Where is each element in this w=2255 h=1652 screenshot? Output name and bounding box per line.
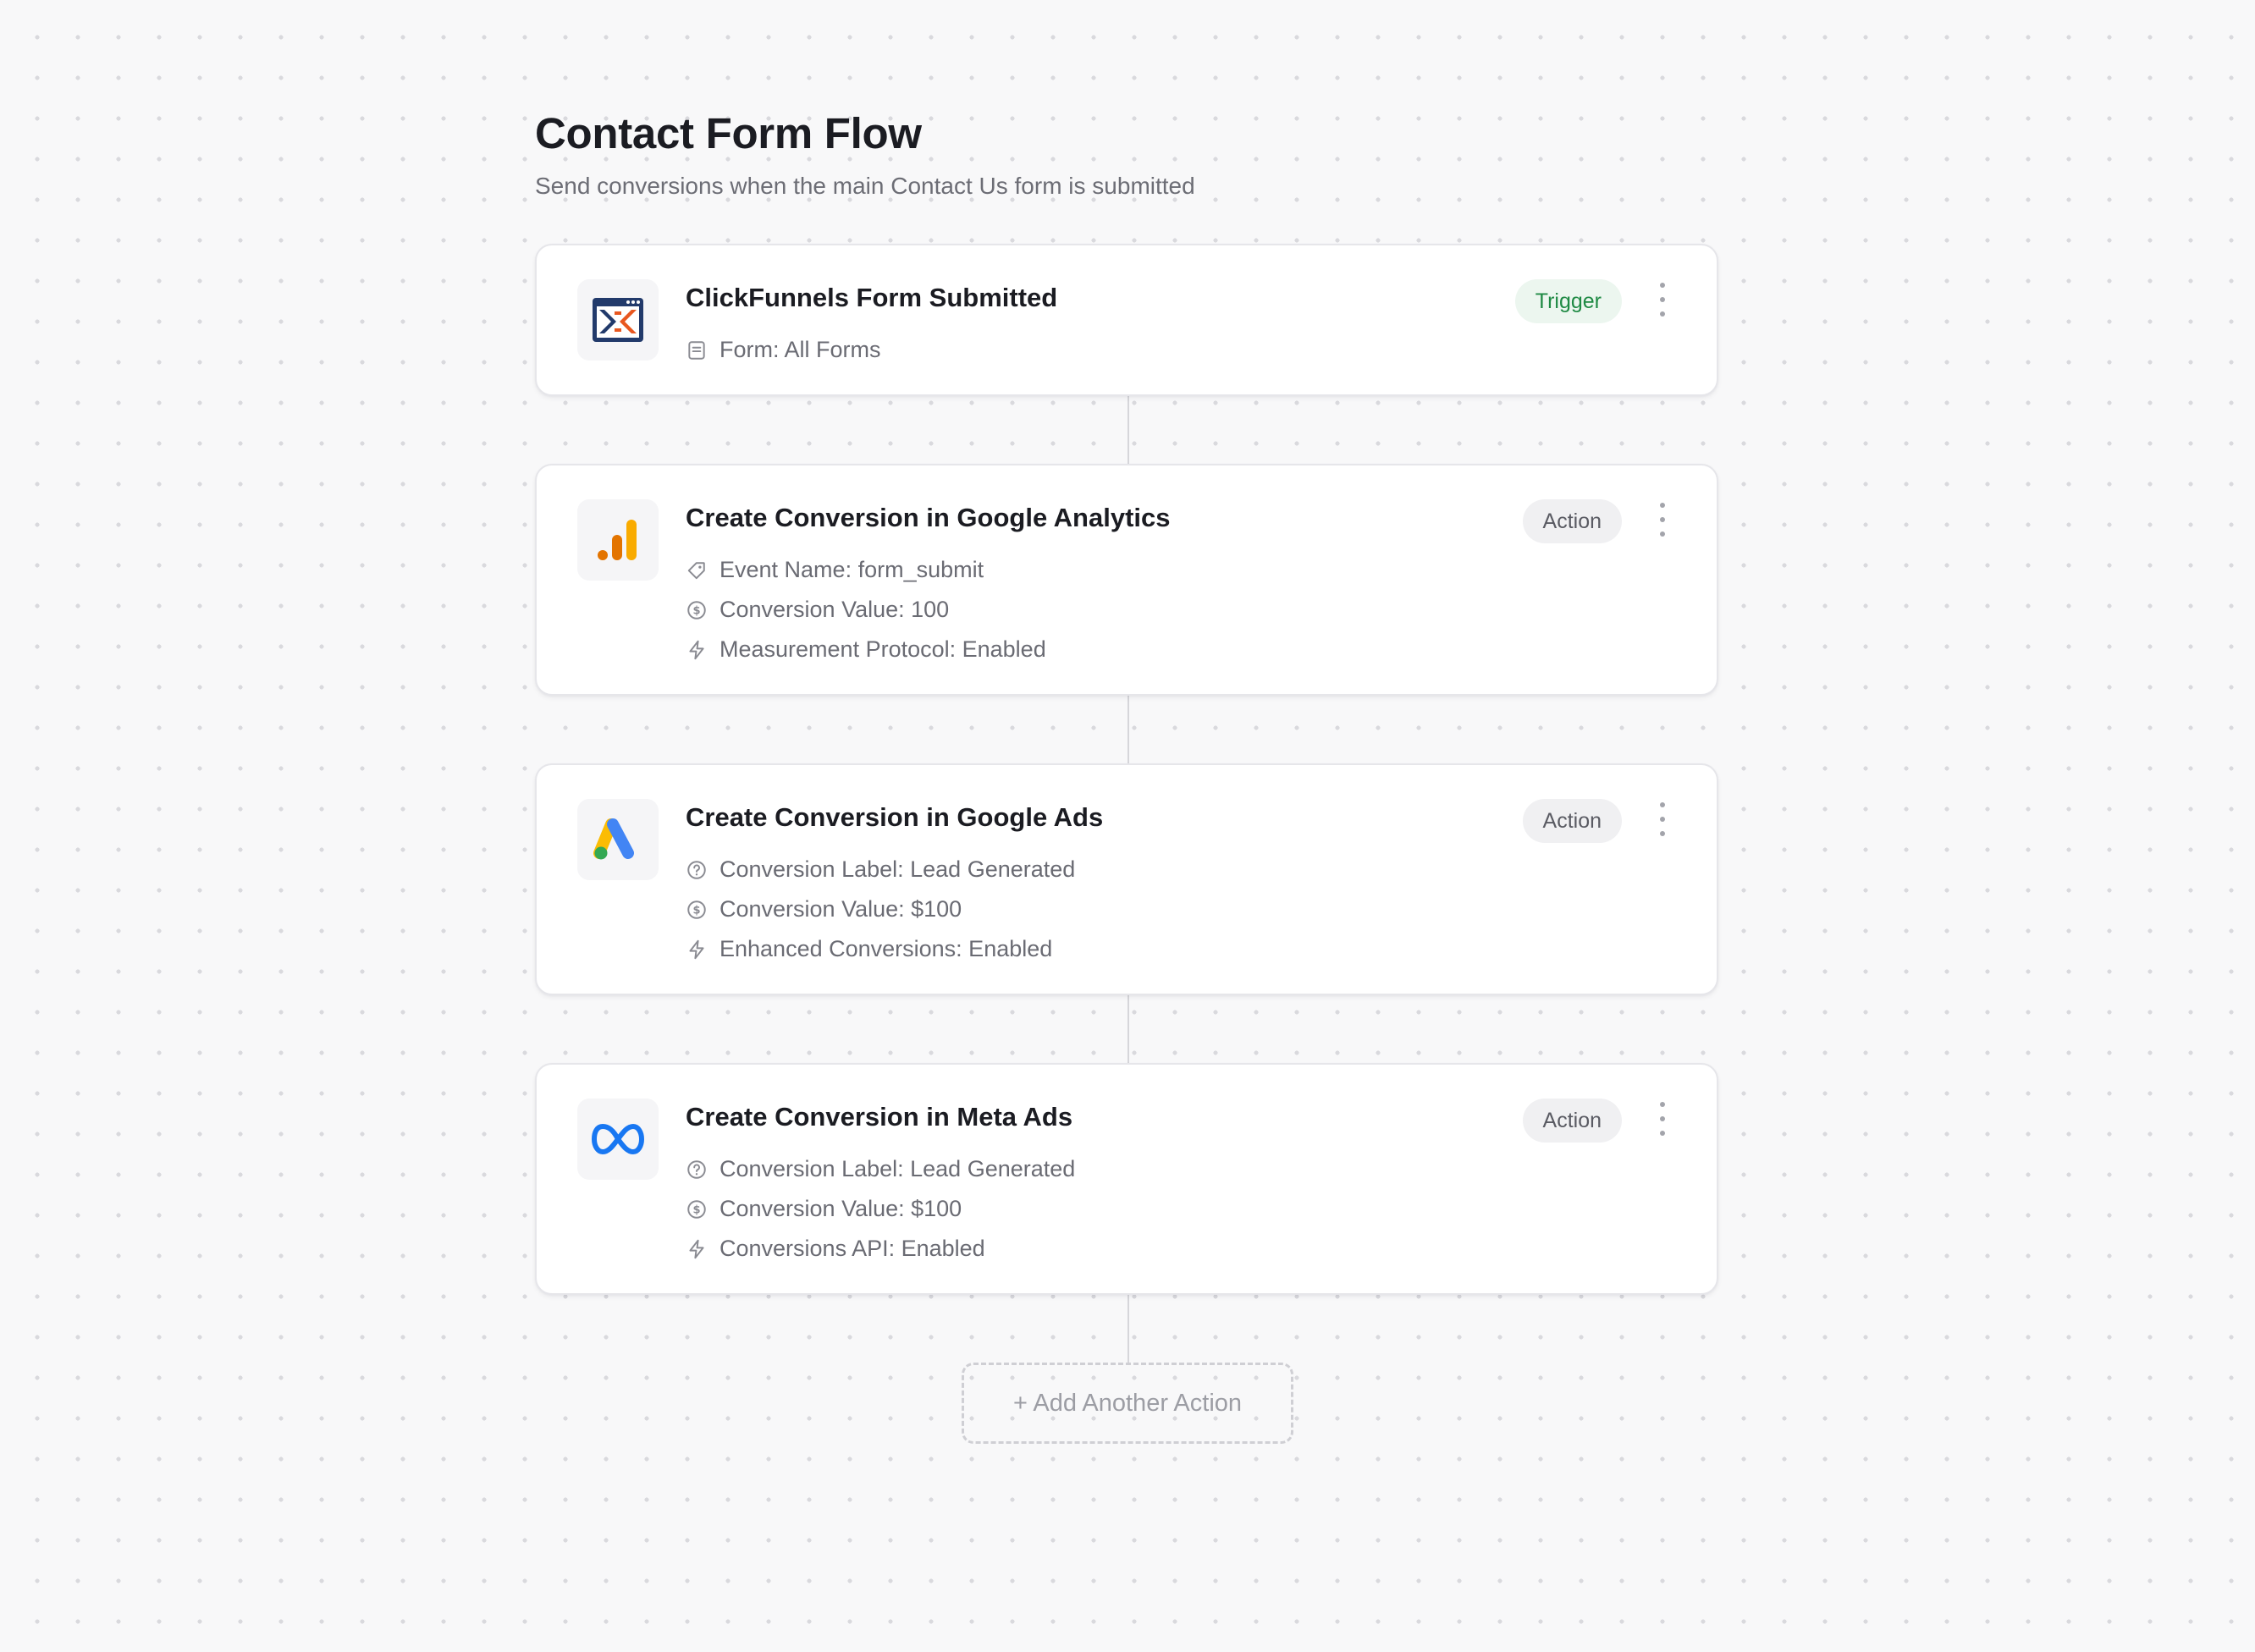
step-title: Create Conversion in Google Analytics bbox=[686, 503, 1171, 532]
step-title: Create Conversion in Google Ads bbox=[686, 802, 1104, 832]
property-text: Form: All Forms bbox=[720, 337, 881, 362]
more-options-icon[interactable] bbox=[1652, 802, 1673, 836]
property-text: Conversion Label: Lead Generated bbox=[720, 1156, 1076, 1181]
action-card-google-ads[interactable]: Create Conversion in Google Ads Conversi… bbox=[535, 763, 1718, 995]
property-text: Measurement Protocol: Enabled bbox=[720, 636, 1046, 662]
more-options-icon[interactable] bbox=[1652, 503, 1673, 537]
property-conversion-label: Conversion Label: Lead Generated bbox=[686, 1149, 1075, 1189]
property-conversion-label: Conversion Label: Lead Generated bbox=[686, 850, 1075, 889]
google-analytics-logo-icon bbox=[577, 499, 659, 581]
trigger-card[interactable]: ClickFunnels Form Submitted Form: All Fo… bbox=[535, 244, 1718, 396]
page-title: Contact Form Flow bbox=[535, 109, 922, 157]
step-title: Create Conversion in Meta Ads bbox=[686, 1102, 1073, 1132]
google-ads-logo-icon bbox=[577, 799, 659, 880]
dollar-circle-icon bbox=[686, 899, 708, 921]
step-title: ClickFunnels Form Submitted bbox=[686, 283, 1058, 312]
action-badge: Action bbox=[1522, 1099, 1622, 1143]
property-form: Form: All Forms bbox=[686, 330, 881, 370]
property-enhanced-conversions: Enhanced Conversions: Enabled bbox=[686, 929, 1075, 969]
property-event-name: Event Name: form_submit bbox=[686, 550, 1046, 590]
meta-logo-icon bbox=[577, 1099, 659, 1180]
lightning-icon bbox=[686, 639, 708, 661]
trigger-badge: Trigger bbox=[1514, 279, 1622, 323]
step-properties: Form: All Forms bbox=[686, 330, 881, 370]
property-text: Conversions API: Enabled bbox=[720, 1236, 985, 1261]
step-properties: Event Name: form_submit Conversion Value… bbox=[686, 550, 1046, 669]
more-options-icon[interactable] bbox=[1652, 1102, 1673, 1136]
step-connector bbox=[1128, 1295, 1129, 1363]
step-connector bbox=[1128, 995, 1129, 1063]
step-connector bbox=[1128, 396, 1129, 464]
add-another-action-button[interactable]: + Add Another Action bbox=[962, 1363, 1293, 1444]
dollar-circle-icon bbox=[686, 1198, 708, 1220]
step-properties: Conversion Label: Lead Generated Convers… bbox=[686, 850, 1075, 969]
property-text: Conversion Value: $100 bbox=[720, 1196, 962, 1221]
action-card-meta-ads[interactable]: Create Conversion in Meta Ads Conversion… bbox=[535, 1063, 1718, 1295]
property-measurement-protocol: Measurement Protocol: Enabled bbox=[686, 630, 1046, 669]
property-text: Conversion Value: 100 bbox=[720, 597, 950, 622]
step-properties: Conversion Label: Lead Generated Convers… bbox=[686, 1149, 1075, 1269]
dollar-circle-icon bbox=[686, 599, 708, 621]
action-badge: Action bbox=[1522, 499, 1622, 543]
property-text: Event Name: form_submit bbox=[720, 557, 984, 582]
page-subtitle: Send conversions when the main Contact U… bbox=[535, 173, 1195, 199]
property-text: Conversion Value: $100 bbox=[720, 896, 962, 922]
lightning-icon bbox=[686, 1238, 708, 1260]
action-card-google-analytics[interactable]: Create Conversion in Google Analytics Ev… bbox=[535, 464, 1718, 696]
property-conversion-value: Conversion Value: $100 bbox=[686, 1189, 1075, 1229]
tag-icon bbox=[686, 559, 708, 581]
more-options-icon[interactable] bbox=[1652, 283, 1673, 317]
property-text: Enhanced Conversions: Enabled bbox=[720, 936, 1053, 961]
step-connector bbox=[1128, 696, 1129, 763]
action-badge: Action bbox=[1522, 799, 1622, 843]
question-circle-icon bbox=[686, 1159, 708, 1181]
property-text: Conversion Label: Lead Generated bbox=[720, 856, 1076, 882]
property-conversion-value: Conversion Value: $100 bbox=[686, 889, 1075, 929]
form-icon bbox=[686, 339, 708, 361]
property-conversions-api: Conversions API: Enabled bbox=[686, 1229, 1075, 1269]
clickfunnels-logo-icon bbox=[577, 279, 659, 361]
lightning-icon bbox=[686, 939, 708, 961]
property-conversion-value: Conversion Value: 100 bbox=[686, 590, 1046, 630]
question-circle-icon bbox=[686, 859, 708, 881]
